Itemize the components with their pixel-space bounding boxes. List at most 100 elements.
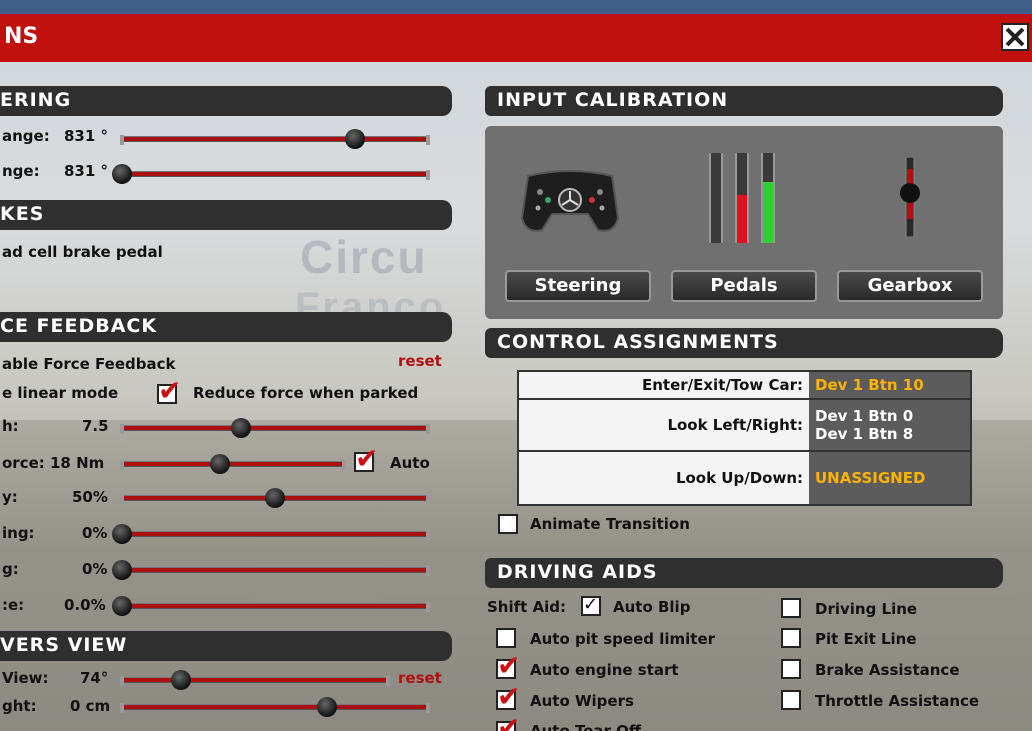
force-feedback-reset-link[interactable]: reset bbox=[398, 352, 442, 370]
steering-range-slider-2[interactable] bbox=[112, 162, 430, 186]
ffb-row-label-4: g: bbox=[2, 560, 19, 578]
throttle-pedal-level bbox=[763, 181, 773, 243]
brake-assistance-label: Brake Assistance bbox=[815, 661, 960, 679]
steering-row-value-0: 831 ° bbox=[64, 127, 109, 145]
auto-checkbox[interactable]: ✔ bbox=[354, 445, 378, 473]
check-icon: ✔ bbox=[158, 374, 182, 407]
auto-wipers-checkbox[interactable]: ✔ bbox=[496, 683, 520, 711]
slider-track bbox=[120, 703, 430, 713]
slider-knob[interactable] bbox=[112, 560, 132, 580]
ffb-max-force-slider[interactable] bbox=[120, 452, 346, 476]
slider-knob[interactable] bbox=[170, 670, 191, 690]
assignment-value[interactable]: UNASSIGNED bbox=[809, 452, 970, 504]
gearbox-icon bbox=[900, 157, 920, 237]
pit-exit-line-checkbox[interactable] bbox=[781, 628, 801, 648]
view-row-label-1: ght: bbox=[2, 697, 37, 715]
title-bar: NS bbox=[0, 14, 1032, 62]
input-calibration-header: INPUT CALIBRATION bbox=[485, 86, 1003, 116]
view-row-label-0: View: bbox=[2, 669, 49, 687]
slider-knob[interactable] bbox=[209, 454, 230, 474]
steering-header: ERING bbox=[0, 86, 452, 116]
assignment-binding: Dev 1 Btn 10 bbox=[815, 376, 924, 394]
slider-knob[interactable] bbox=[317, 697, 338, 717]
auto-engine-start-checkbox[interactable]: ✔ bbox=[496, 652, 520, 680]
steering-row-label-1: nge: bbox=[2, 162, 40, 180]
throttle-assistance-label: Throttle Assistance bbox=[815, 692, 980, 710]
auto-blip-checkbox[interactable]: ✓ bbox=[581, 594, 601, 616]
ffb-slider-3[interactable] bbox=[120, 486, 430, 510]
ffb-strength-slider[interactable] bbox=[120, 416, 430, 440]
steering-calibrate-button[interactable]: Steering bbox=[505, 270, 651, 302]
slider-knob[interactable] bbox=[231, 418, 252, 438]
load-cell-label: ad cell brake pedal bbox=[2, 243, 163, 261]
table-row[interactable]: Look Up/Down: UNASSIGNED bbox=[519, 452, 970, 504]
drivers-view-reset-link[interactable]: reset bbox=[398, 669, 442, 687]
ffb-row-value-0: 7.5 bbox=[82, 417, 109, 435]
ffb-slider-6[interactable] bbox=[112, 594, 430, 618]
slider-track bbox=[120, 566, 430, 576]
animate-transition-label: Animate Transition bbox=[530, 515, 690, 533]
top-strip bbox=[0, 0, 1032, 14]
assignment-binding: UNASSIGNED bbox=[815, 469, 926, 487]
pedals-calibrate-button[interactable]: Pedals bbox=[671, 270, 817, 302]
assignment-value[interactable]: Dev 1 Btn 0 Dev 1 Btn 8 bbox=[809, 400, 970, 450]
table-row[interactable]: Enter/Exit/Tow Car: Dev 1 Btn 10 bbox=[519, 372, 970, 400]
throttle-pedal-bar bbox=[761, 153, 775, 243]
check-icon: ✓ bbox=[583, 594, 599, 615]
brake-pedal-bar bbox=[735, 153, 749, 243]
seat-height-slider[interactable] bbox=[120, 695, 430, 719]
brake-pedal-level bbox=[737, 195, 747, 243]
slider-knob[interactable] bbox=[112, 596, 132, 616]
throttle-assistance-checkbox[interactable] bbox=[781, 690, 801, 710]
check-icon: ✔ bbox=[497, 680, 521, 713]
reduce-force-label: Reduce force when parked bbox=[193, 384, 419, 402]
fov-slider[interactable] bbox=[120, 668, 390, 692]
auto-pit-limiter-label: Auto pit speed limiter bbox=[530, 630, 716, 648]
slider-track bbox=[120, 460, 346, 470]
animate-transition-checkbox[interactable] bbox=[498, 514, 518, 534]
auto-pit-limiter-checkbox[interactable] bbox=[496, 628, 516, 648]
ffb-row-label-1: orce: 18 Nm bbox=[2, 454, 105, 472]
check-icon: ✔ bbox=[497, 649, 521, 682]
ffb-row-value-4: 0% bbox=[82, 560, 108, 578]
auto-blip-label: Auto Blip bbox=[613, 598, 691, 616]
ffb-slider-5[interactable] bbox=[112, 558, 430, 582]
view-row-value-1: 0 cm bbox=[70, 697, 111, 715]
slider-track bbox=[120, 676, 390, 686]
window-title: NS bbox=[4, 24, 39, 49]
brakes-header: KES bbox=[0, 200, 452, 230]
auto-engine-start-label: Auto engine start bbox=[530, 661, 679, 679]
slider-track bbox=[120, 135, 430, 145]
clutch-pedal-bar bbox=[709, 153, 723, 243]
view-row-value-0: 74° bbox=[80, 669, 109, 687]
slider-knob[interactable] bbox=[344, 129, 365, 149]
slider-knob[interactable] bbox=[265, 488, 285, 508]
assignment-label: Look Left/Right: bbox=[519, 400, 809, 450]
ffb-row-label-2: y: bbox=[2, 488, 18, 506]
ffb-row-label-3: ing: bbox=[2, 524, 35, 542]
auto-wipers-label: Auto Wipers bbox=[530, 692, 634, 710]
ffb-row-value-3: 0% bbox=[82, 524, 108, 542]
driving-line-checkbox[interactable] bbox=[781, 598, 801, 618]
drivers-view-header: VERS VIEW bbox=[0, 631, 452, 661]
brake-assistance-checkbox[interactable] bbox=[781, 659, 801, 679]
assignment-value[interactable]: Dev 1 Btn 10 bbox=[809, 372, 970, 398]
slider-knob[interactable] bbox=[112, 524, 132, 544]
check-icon: ✔ bbox=[497, 711, 521, 731]
steering-row-value-1: 831 ° bbox=[64, 162, 109, 180]
reduce-force-checkbox[interactable]: ✔ bbox=[157, 377, 181, 405]
close-icon bbox=[1005, 27, 1025, 47]
enable-force-feedback-label: able Force Feedback bbox=[2, 355, 176, 373]
table-row[interactable]: Look Left/Right: Dev 1 Btn 0 Dev 1 Btn 8 bbox=[519, 400, 970, 452]
ffb-row-label-5: :e: bbox=[2, 596, 25, 614]
close-button[interactable] bbox=[1001, 23, 1029, 51]
ffb-slider-4[interactable] bbox=[112, 522, 430, 546]
ffb-row-value-5: 0.0% bbox=[64, 596, 106, 614]
gearbox-calibrate-button[interactable]: Gearbox bbox=[837, 270, 983, 302]
driving-line-label: Driving Line bbox=[815, 600, 918, 618]
control-assignments-header: CONTROL ASSIGNMENTS bbox=[485, 328, 1003, 358]
steering-range-slider[interactable] bbox=[120, 127, 430, 151]
slider-knob[interactable] bbox=[112, 164, 132, 184]
auto-tear-off-checkbox[interactable]: ✔ bbox=[496, 714, 520, 731]
assignment-label: Enter/Exit/Tow Car: bbox=[519, 372, 809, 398]
